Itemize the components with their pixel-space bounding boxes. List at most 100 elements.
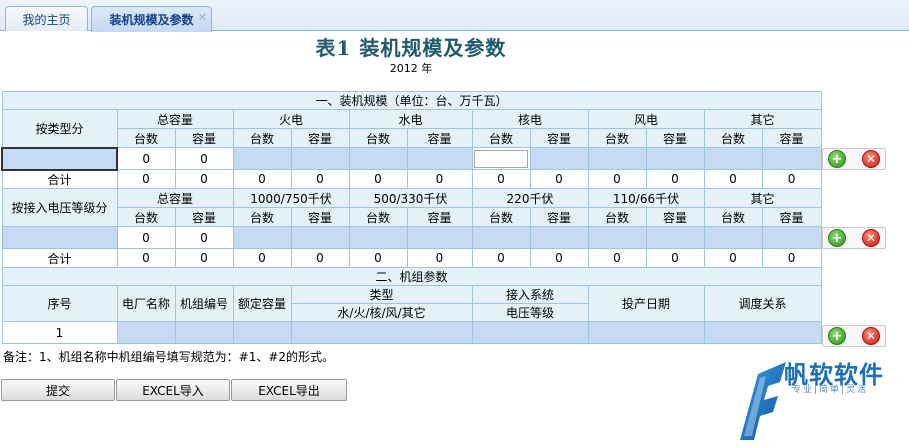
total-value: 0	[761, 169, 822, 189]
tab-home[interactable]: 我的主页	[5, 6, 88, 31]
input-cell-editing[interactable]	[471, 147, 531, 170]
grid-header: 接入系统	[471, 285, 589, 304]
tab-installed-capacity-label: 装机规模及参数	[109, 13, 194, 27]
dispatch-input[interactable]	[703, 321, 822, 344]
type-header: 类型	[290, 285, 473, 304]
input-cell[interactable]	[471, 226, 531, 249]
type-total-capacity-cell: 0	[174, 147, 234, 170]
sub-header-count: 台数	[471, 128, 531, 148]
sub-header-count: 台数	[587, 128, 647, 148]
plant-name-header: 电厂名称	[116, 285, 176, 322]
sub-header-capacity: 容量	[174, 128, 234, 148]
total-value: 0	[529, 169, 589, 189]
plant-name-input[interactable]	[116, 321, 176, 344]
type-category-cell[interactable]	[1, 146, 118, 171]
close-icon[interactable]: ✕	[198, 11, 207, 24]
total-value: 0	[290, 248, 350, 268]
delete-row-icon[interactable]: ✕	[862, 327, 880, 345]
submit-button[interactable]: 提交	[1, 379, 115, 401]
input-cell[interactable]	[761, 147, 822, 170]
sub-header-capacity: 容量	[645, 207, 705, 227]
by-voltage-label: 按接入电压等级分	[1, 188, 118, 227]
input-cell[interactable]	[703, 226, 763, 249]
total-value: 0	[406, 169, 473, 189]
total-value: 0	[290, 169, 350, 189]
sub-header-capacity: 容量	[406, 207, 473, 227]
section2-heading: 二、机组参数	[1, 267, 822, 286]
input-cell[interactable]	[587, 226, 647, 249]
input-cell[interactable]	[406, 147, 473, 170]
row-seq: 1	[1, 321, 118, 344]
total-value: 0	[645, 248, 705, 268]
report-year: 2012 年	[389, 62, 433, 75]
input-cell[interactable]	[406, 226, 473, 249]
voltage-level-input[interactable]	[471, 321, 589, 344]
by-type-label: 按类型分	[1, 109, 118, 148]
add-row-icon[interactable]: +	[828, 229, 846, 247]
total-value: 0	[232, 169, 292, 189]
section1-heading: 一、装机规模（单位：台、万千瓦）	[1, 91, 822, 110]
voltage-level-subheader: 电压等级	[471, 303, 589, 322]
unit-no-input[interactable]	[174, 321, 234, 344]
total-value: 0	[174, 248, 234, 268]
commission-date-input[interactable]	[587, 321, 705, 344]
voltage-category-cell[interactable]	[1, 226, 118, 249]
excel-export-button[interactable]: EXCEL导出	[231, 379, 347, 401]
sub-header-count: 台数	[232, 207, 292, 227]
type-group-total: 总容量	[116, 109, 234, 129]
type-input[interactable]	[290, 321, 473, 344]
type-subheader: 水/火/核/风/其它	[290, 303, 473, 322]
voltage-group-other: 其它	[703, 188, 822, 208]
add-row-icon[interactable]: +	[828, 327, 846, 345]
voltage-group-110kv: 110/66千伏	[587, 188, 705, 208]
input-cell[interactable]	[348, 226, 408, 249]
page-title: 表1 装机规模及参数	[315, 36, 507, 60]
delete-row-icon[interactable]: ✕	[862, 150, 880, 168]
type-group-nuclear: 核电	[471, 109, 589, 129]
sub-header-capacity: 容量	[529, 128, 589, 148]
input-cell[interactable]	[761, 226, 822, 249]
delete-row-icon[interactable]: ✕	[862, 229, 880, 247]
commission-date-header: 投产日期	[587, 285, 705, 322]
report-table: 一、装机规模（单位：台、万千瓦） 按类型分 总容量 火电 水电 核电 风电 其它…	[1, 91, 822, 344]
input-cell[interactable]	[645, 226, 705, 249]
type-group-other: 其它	[703, 109, 822, 129]
total-value: 0	[761, 248, 822, 268]
input-cell[interactable]	[703, 147, 763, 170]
input-cell[interactable]	[529, 226, 589, 249]
sub-header-count: 台数	[232, 128, 292, 148]
input-cell[interactable]	[232, 147, 292, 170]
rated-capacity-header: 额定容量	[232, 285, 292, 322]
voltage-group-1000kv: 1000/750千伏	[232, 188, 350, 208]
logo-tagline: 专业|简单|灵活	[792, 385, 869, 395]
total-value: 0	[645, 169, 705, 189]
rated-capacity-input[interactable]	[232, 321, 292, 344]
total-value: 0	[587, 248, 647, 268]
input-cell[interactable]	[290, 226, 350, 249]
input-cell[interactable]	[348, 147, 408, 170]
remark-note: 备注：1、机组名称中机组编号填写规范为：#1、#2的形式。	[3, 350, 335, 364]
sub-header-capacity: 容量	[290, 128, 350, 148]
total-value: 0	[471, 248, 531, 268]
input-cell[interactable]	[587, 147, 647, 170]
seq-header: 序号	[1, 285, 118, 322]
sub-header-count: 台数	[587, 207, 647, 227]
excel-import-button[interactable]: EXCEL导入	[116, 379, 230, 401]
sub-header-count: 台数	[703, 207, 763, 227]
add-row-icon[interactable]: +	[828, 150, 846, 168]
total-value: 0	[703, 248, 763, 268]
total-value: 0	[232, 248, 292, 268]
voltage-group-500kv: 500/330千伏	[348, 188, 473, 208]
text-input[interactable]	[474, 149, 528, 168]
input-cell[interactable]	[529, 147, 589, 170]
input-cell[interactable]	[645, 147, 705, 170]
type-total-label: 合计	[1, 169, 118, 189]
sub-header-count: 台数	[703, 128, 763, 148]
tab-installed-capacity[interactable]: 装机规模及参数 ✕	[91, 6, 212, 32]
input-cell[interactable]	[290, 147, 350, 170]
voltage-group-total: 总容量	[116, 188, 234, 208]
input-cell[interactable]	[232, 226, 292, 249]
dispatch-header: 调度关系	[703, 285, 822, 322]
unit-no-header: 机组编号	[174, 285, 234, 322]
total-value: 0	[703, 169, 763, 189]
